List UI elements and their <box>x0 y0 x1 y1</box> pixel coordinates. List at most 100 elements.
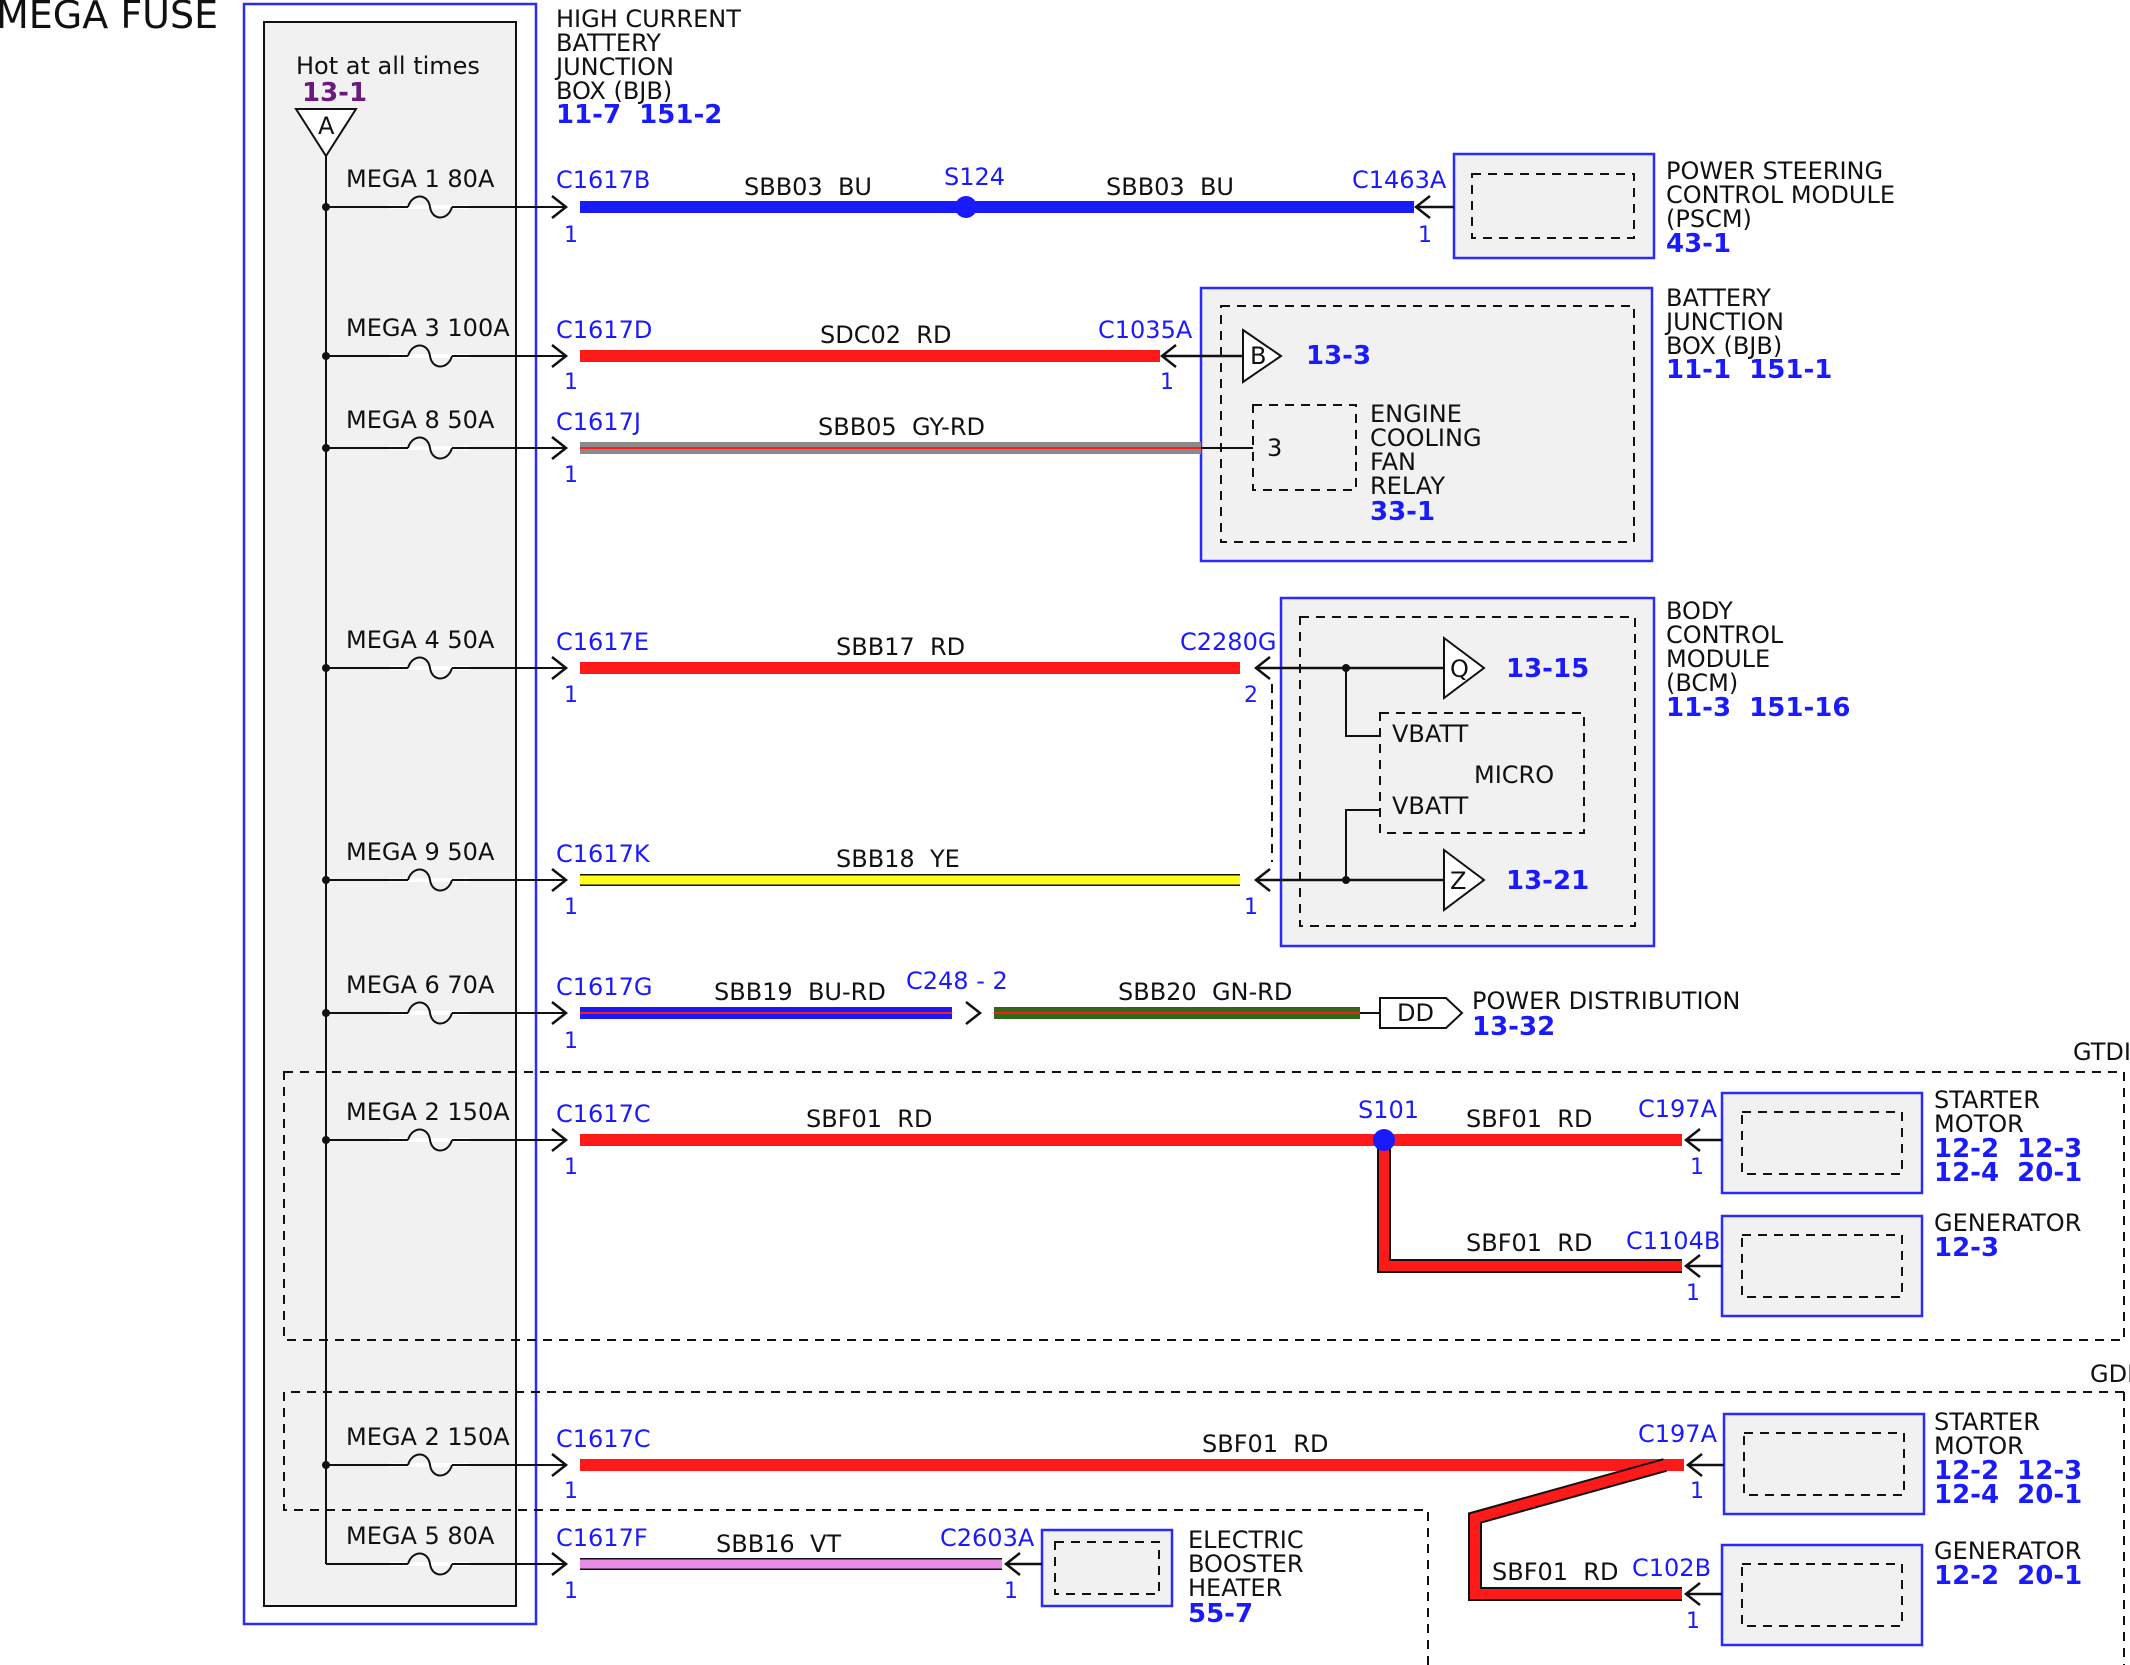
pin-c1617b: 1 <box>564 223 578 248</box>
connector-c1617b: C1617B <box>556 166 650 194</box>
wire-label-sbf01-gtdi-main: SBF01 RD <box>806 1105 932 1133</box>
splice-s124-label: S124 <box>944 163 1005 191</box>
wire-label-sbb05: SBB05 GY-RD <box>818 413 985 441</box>
bus-junction <box>322 1009 330 1017</box>
vbatt2-label: VBATT <box>1392 792 1469 820</box>
connector-c1035a: C1035A <box>1098 316 1193 344</box>
wire-label-sbf01-gtdi-starter: SBF01 RD <box>1466 1105 1592 1133</box>
wire-label-sbf01-gdi-main: SBF01 RD <box>1202 1430 1328 1458</box>
splice-s101 <box>1373 1129 1395 1151</box>
wire-label-sbb03-a: SBB03 BU <box>744 173 872 201</box>
generator-gdi-box <box>1720 1543 1924 1647</box>
bcm-q-label: Q <box>1450 655 1469 683</box>
generator-gdi-arrow <box>1683 1582 1722 1606</box>
vbatt1-label: VBATT <box>1392 720 1469 748</box>
connector-c1617k: C1617K <box>556 840 651 868</box>
fuse-label: MEGA 1 80A <box>346 165 495 193</box>
starter-gdi-refs2: 12-4 20-1 <box>1934 1480 2082 1510</box>
connector-c1617e: C1617E <box>556 628 649 656</box>
wire-label-sbb17: SBB17 RD <box>836 633 965 661</box>
bus-junction <box>322 203 330 211</box>
wire-label-sbb16: SBB16 VT <box>716 1530 841 1558</box>
starter-gtdi-arrow <box>1683 1128 1722 1152</box>
wire-label-sbb19: SBB19 BU-RD <box>714 978 886 1006</box>
pin-c1104b: 1 <box>1686 1281 1700 1306</box>
pin-bcm-yellow: 1 <box>1244 895 1258 920</box>
connector-c2280g: C2280G <box>1180 628 1276 656</box>
fuse-box-refs: 11-7 151-2 <box>556 100 722 130</box>
connector-c197a-gtdi: C197A <box>1638 1095 1718 1123</box>
connector-c248: C248 - 2 <box>906 967 1008 995</box>
pin-c197a-gdi: 1 <box>1690 1479 1704 1504</box>
bjb-b-label: B <box>1250 342 1266 370</box>
bus-junction <box>322 1136 330 1144</box>
hot-at-all-times-label: Hot at all times <box>296 52 480 80</box>
starter-gtdi-box <box>1720 1091 1924 1195</box>
bus-junction <box>322 352 330 360</box>
bcm-z-label: Z <box>1450 867 1466 895</box>
dd-label: DD <box>1397 999 1434 1027</box>
fuse-label: MEGA 6 70A <box>346 971 495 999</box>
connector-c1617d: C1617D <box>556 316 652 344</box>
bus-junction <box>322 876 330 884</box>
connector-c1617c-gdi: C1617C <box>556 1425 651 1453</box>
splice-s124 <box>955 196 977 218</box>
wire-label-sdc02: SDC02 RD <box>820 321 951 349</box>
pscm-module-box <box>1452 152 1656 260</box>
bcm-module-box <box>1279 596 1656 948</box>
fuse-label: MEGA 3 100A <box>346 314 510 342</box>
fuse-label: MEGA 5 80A <box>346 1522 495 1550</box>
starter-gdi-box <box>1722 1412 1926 1516</box>
pin-c197a-gtdi: 1 <box>1690 1155 1704 1180</box>
bjb-b-ref: 13-3 <box>1306 341 1371 371</box>
pin-c2280g: 2 <box>1244 683 1258 708</box>
pscm-refs: 43-1 <box>1666 229 1731 259</box>
connector-c1617c: C1617C <box>556 1100 651 1128</box>
starter-gdi-arrow <box>1685 1453 1724 1477</box>
pin-c1617k: 1 <box>564 895 578 920</box>
ecfr-refs: 33-1 <box>1370 497 1435 527</box>
bus-junction <box>322 664 330 672</box>
fuse-box-inner-frame <box>263 21 517 1607</box>
pin-c1617d: 1 <box>564 370 578 395</box>
wire-label-sbb03-b: SBB03 BU <box>1106 173 1234 201</box>
pin-c1617f: 1 <box>564 1579 578 1604</box>
fuse-label: MEGA 2 150A <box>346 1098 510 1126</box>
splice-s101-label: S101 <box>1358 1096 1419 1124</box>
power-distribution-label: POWER DISTRIBUTION <box>1472 987 1740 1015</box>
pin-c1035a: 1 <box>1160 370 1174 395</box>
ecfr-name-line4: RELAY <box>1370 472 1445 500</box>
generator-gtdi-refs: 12-3 <box>1934 1233 1999 1263</box>
pin-c1617e: 1 <box>564 683 578 708</box>
gdi-label: GDI <box>2090 1360 2130 1388</box>
micro-label: MICRO <box>1474 761 1554 789</box>
pin-c102b: 1 <box>1686 1609 1700 1634</box>
fuse-label: MEGA 4 50A <box>346 626 495 654</box>
page-title: MEGA FUSE <box>0 0 218 37</box>
generator-gdi-refs: 12-2 20-1 <box>1934 1561 2082 1591</box>
connector-c1617g: C1617G <box>556 973 652 1001</box>
bjb-refs: 11-1 151-1 <box>1666 355 1832 385</box>
starter-gtdi-refs2: 12-4 20-1 <box>1934 1158 2082 1188</box>
generator-gtdi-box <box>1720 1214 1924 1318</box>
pin-c1617j: 1 <box>564 463 578 488</box>
gtdi-label: GTDI <box>2073 1038 2130 1066</box>
bcm-q-ref: 13-15 <box>1506 654 1589 684</box>
pin-c1617c: 1 <box>564 1155 578 1180</box>
wire-label-sbb20: SBB20 GN-RD <box>1118 978 1292 1006</box>
booster-name-line3: HEATER <box>1188 1574 1282 1602</box>
ecfr-pin-label: 3 <box>1267 434 1282 462</box>
fuse-label: MEGA 2 150A <box>346 1423 510 1451</box>
pin-c1617c-gdi: 1 <box>564 1479 578 1504</box>
pin-c1463a: 1 <box>1418 223 1432 248</box>
fuse-label: MEGA 9 50A <box>346 838 495 866</box>
fuse-label: MEGA 8 50A <box>346 406 495 434</box>
pin-c2603a: 1 <box>1004 1579 1018 1604</box>
power-distribution-refs: 13-32 <box>1472 1012 1555 1042</box>
connector-c2603a: C2603A <box>940 1524 1035 1552</box>
connector-c102b: C102B <box>1632 1554 1711 1582</box>
pin-c1617g: 1 <box>564 1029 578 1054</box>
wire-label-sbf01-gtdi-gen: SBF01 RD <box>1466 1229 1592 1257</box>
bcm-z-ref: 13-21 <box>1506 866 1589 896</box>
hot-ref: 13-1 <box>302 78 367 108</box>
